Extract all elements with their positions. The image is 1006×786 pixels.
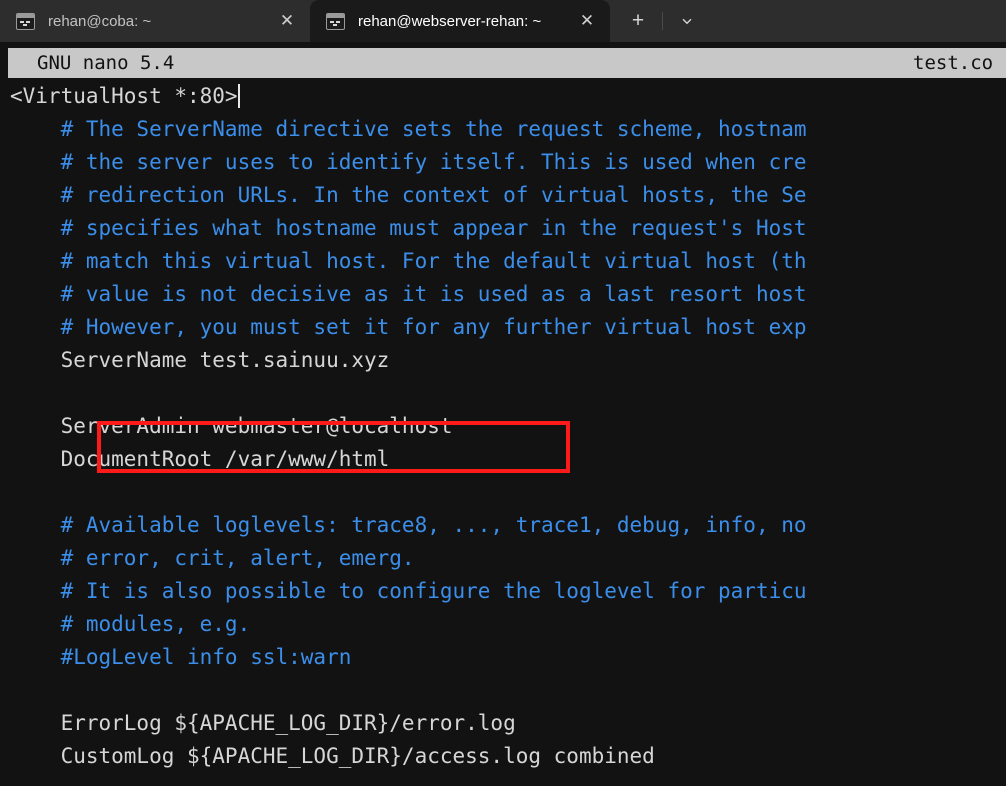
editor-line: # error, crit, alert, emerg.	[0, 542, 1006, 575]
divider	[662, 12, 663, 30]
editor-line-text: # value is not decisive as it is used as…	[10, 282, 807, 306]
close-icon[interactable]: ✕	[572, 6, 602, 36]
tab-bar: rehan@coba: ~ ✕ rehan@webserver-rehan: ~…	[0, 0, 1006, 42]
editor-line: <VirtualHost *:80>	[0, 80, 1006, 113]
editor-line: # modules, e.g.	[0, 608, 1006, 641]
editor-line: # value is not decisive as it is used as…	[0, 278, 1006, 311]
editor-line: # match this virtual host. For the defau…	[0, 245, 1006, 278]
close-icon[interactable]: ✕	[272, 6, 302, 36]
editor-line-text: # error, crit, alert, emerg.	[10, 546, 415, 570]
new-tab-button[interactable]: +	[624, 7, 652, 35]
editor-line-text: ServerName test.sainuu.xyz	[10, 348, 390, 372]
editor-line-text: CustomLog ${APACHE_LOG_DIR}/access.log c…	[10, 744, 655, 768]
nano-filename-label: test.co	[913, 52, 994, 74]
editor-line-text: #LogLevel info ssl:warn	[10, 645, 352, 669]
editor-line: # the server uses to identify itself. Th…	[0, 146, 1006, 179]
editor-lines: <VirtualHost *:80> # The ServerName dire…	[0, 80, 1006, 773]
terminal-icon	[326, 12, 345, 30]
editor-line: CustomLog ${APACHE_LOG_DIR}/access.log c…	[0, 740, 1006, 773]
tab-rehan-webserver[interactable]: rehan@webserver-rehan: ~ ✕	[310, 0, 610, 42]
editor-line-text: ErrorLog ${APACHE_LOG_DIR}/error.log	[10, 711, 516, 735]
editor-line: # specifies what hostname must appear in…	[0, 212, 1006, 245]
tab-rehan-coba[interactable]: rehan@coba: ~ ✕	[0, 0, 310, 42]
editor-line-text: # specifies what hostname must appear in…	[10, 216, 807, 240]
editor-line: ServerName test.sainuu.xyz	[0, 344, 1006, 377]
editor-line-text: # redirection URLs. In the context of vi…	[10, 183, 807, 207]
tab-title: rehan@webserver-rehan: ~	[358, 12, 542, 30]
editor-line-text: <VirtualHost *:80>	[10, 84, 238, 108]
editor-line: #LogLevel info ssl:warn	[0, 641, 1006, 674]
editor-line-text: # the server uses to identify itself. Th…	[10, 150, 807, 174]
editor-line-text: ServerAdmin webmaster@localhost	[10, 414, 453, 438]
chevron-down-icon[interactable]	[673, 7, 701, 35]
editor-line: ServerAdmin webmaster@localhost	[0, 410, 1006, 443]
editor-line: # Available loglevels: trace8, ..., trac…	[0, 509, 1006, 542]
editor-line-text: # Available loglevels: trace8, ..., trac…	[10, 513, 807, 537]
tab-title: rehan@coba: ~	[48, 12, 152, 30]
editor-line: # The ServerName directive sets the requ…	[0, 113, 1006, 146]
tab-bar-actions: +	[610, 0, 701, 42]
nano-title-bar: GNU nano 5.4 test.co	[8, 48, 1006, 78]
editor-line-text: DocumentRoot /var/www/html	[10, 447, 390, 471]
editor-line-text: # However, you must set it for any furth…	[10, 315, 807, 339]
editor-line-text: # match this virtual host. For the defau…	[10, 249, 807, 273]
nano-version-label: GNU nano 5.4	[37, 52, 175, 74]
editor-line-text: # It is also possible to configure the l…	[10, 579, 807, 603]
editor-line: # However, you must set it for any furth…	[0, 311, 1006, 344]
editor-line: # It is also possible to configure the l…	[0, 575, 1006, 608]
editor-line: DocumentRoot /var/www/html	[0, 443, 1006, 476]
nano-editor-area[interactable]: <VirtualHost *:80> # The ServerName dire…	[0, 80, 1006, 786]
editor-line-text: # The ServerName directive sets the requ…	[10, 117, 807, 141]
editor-line: ErrorLog ${APACHE_LOG_DIR}/error.log	[0, 707, 1006, 740]
text-cursor	[237, 84, 240, 108]
editor-line: # redirection URLs. In the context of vi…	[0, 179, 1006, 212]
terminal-icon	[16, 12, 35, 30]
editor-line-text: # modules, e.g.	[10, 612, 251, 636]
